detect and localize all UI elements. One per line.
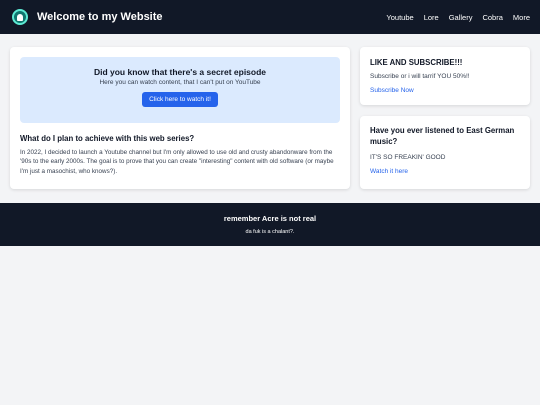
section-body-text: In 2022, I decided to launch a Youtube c… <box>20 149 334 175</box>
music-card-text: IT'S SO FREAKIN' GOOD <box>370 154 446 161</box>
section-heading: What do I plan to achieve with this web … <box>20 134 195 143</box>
subscribe-card-title: LIKE AND SUBSCRIBE!!! <box>370 58 463 67</box>
nav-link-cobra[interactable]: Cobra <box>482 13 502 22</box>
footer-subtitle: da fuk is a chalant?. <box>245 229 295 235</box>
site-header: Welcome to my Website Youtube Lore Galle… <box>0 0 540 34</box>
subscribe-card-text: Subscribe or i will tarrif YOU 50%!! <box>370 73 470 80</box>
main-nav: Youtube Lore Gallery Cobra More <box>376 13 530 22</box>
main-content-card: Did you know that there's a secret episo… <box>10 47 350 189</box>
nav-link-more[interactable]: More <box>513 13 530 22</box>
footer-title: remember Acre is not real <box>223 214 317 223</box>
subscribe-now-link[interactable]: Subscribe Now <box>370 87 414 94</box>
music-card-title: Have you ever listened to East German mu… <box>370 126 515 146</box>
subscribe-card: LIKE AND SUBSCRIBE!!! Subscribe or i wil… <box>360 47 530 105</box>
house-icon[interactable] <box>12 9 28 25</box>
nav-link-gallery[interactable]: Gallery <box>449 13 473 22</box>
promo-subtitle: Here you can watch content, that I can't… <box>99 79 261 86</box>
site-title: Welcome to my Website <box>37 11 163 23</box>
secret-episode-banner: Did you know that there's a secret episo… <box>20 57 340 123</box>
promo-title: Did you know that there's a secret episo… <box>93 67 267 77</box>
nav-link-lore[interactable]: Lore <box>424 13 439 22</box>
site-footer: remember Acre is not real da fuk is a ch… <box>0 203 540 246</box>
watch-secret-episode-button[interactable]: Click here to watch it! <box>142 92 218 107</box>
watch-it-here-link[interactable]: Watch it here <box>370 168 408 175</box>
east-german-music-card: Have you ever listened to East German mu… <box>360 116 530 189</box>
nav-link-youtube[interactable]: Youtube <box>386 13 413 22</box>
